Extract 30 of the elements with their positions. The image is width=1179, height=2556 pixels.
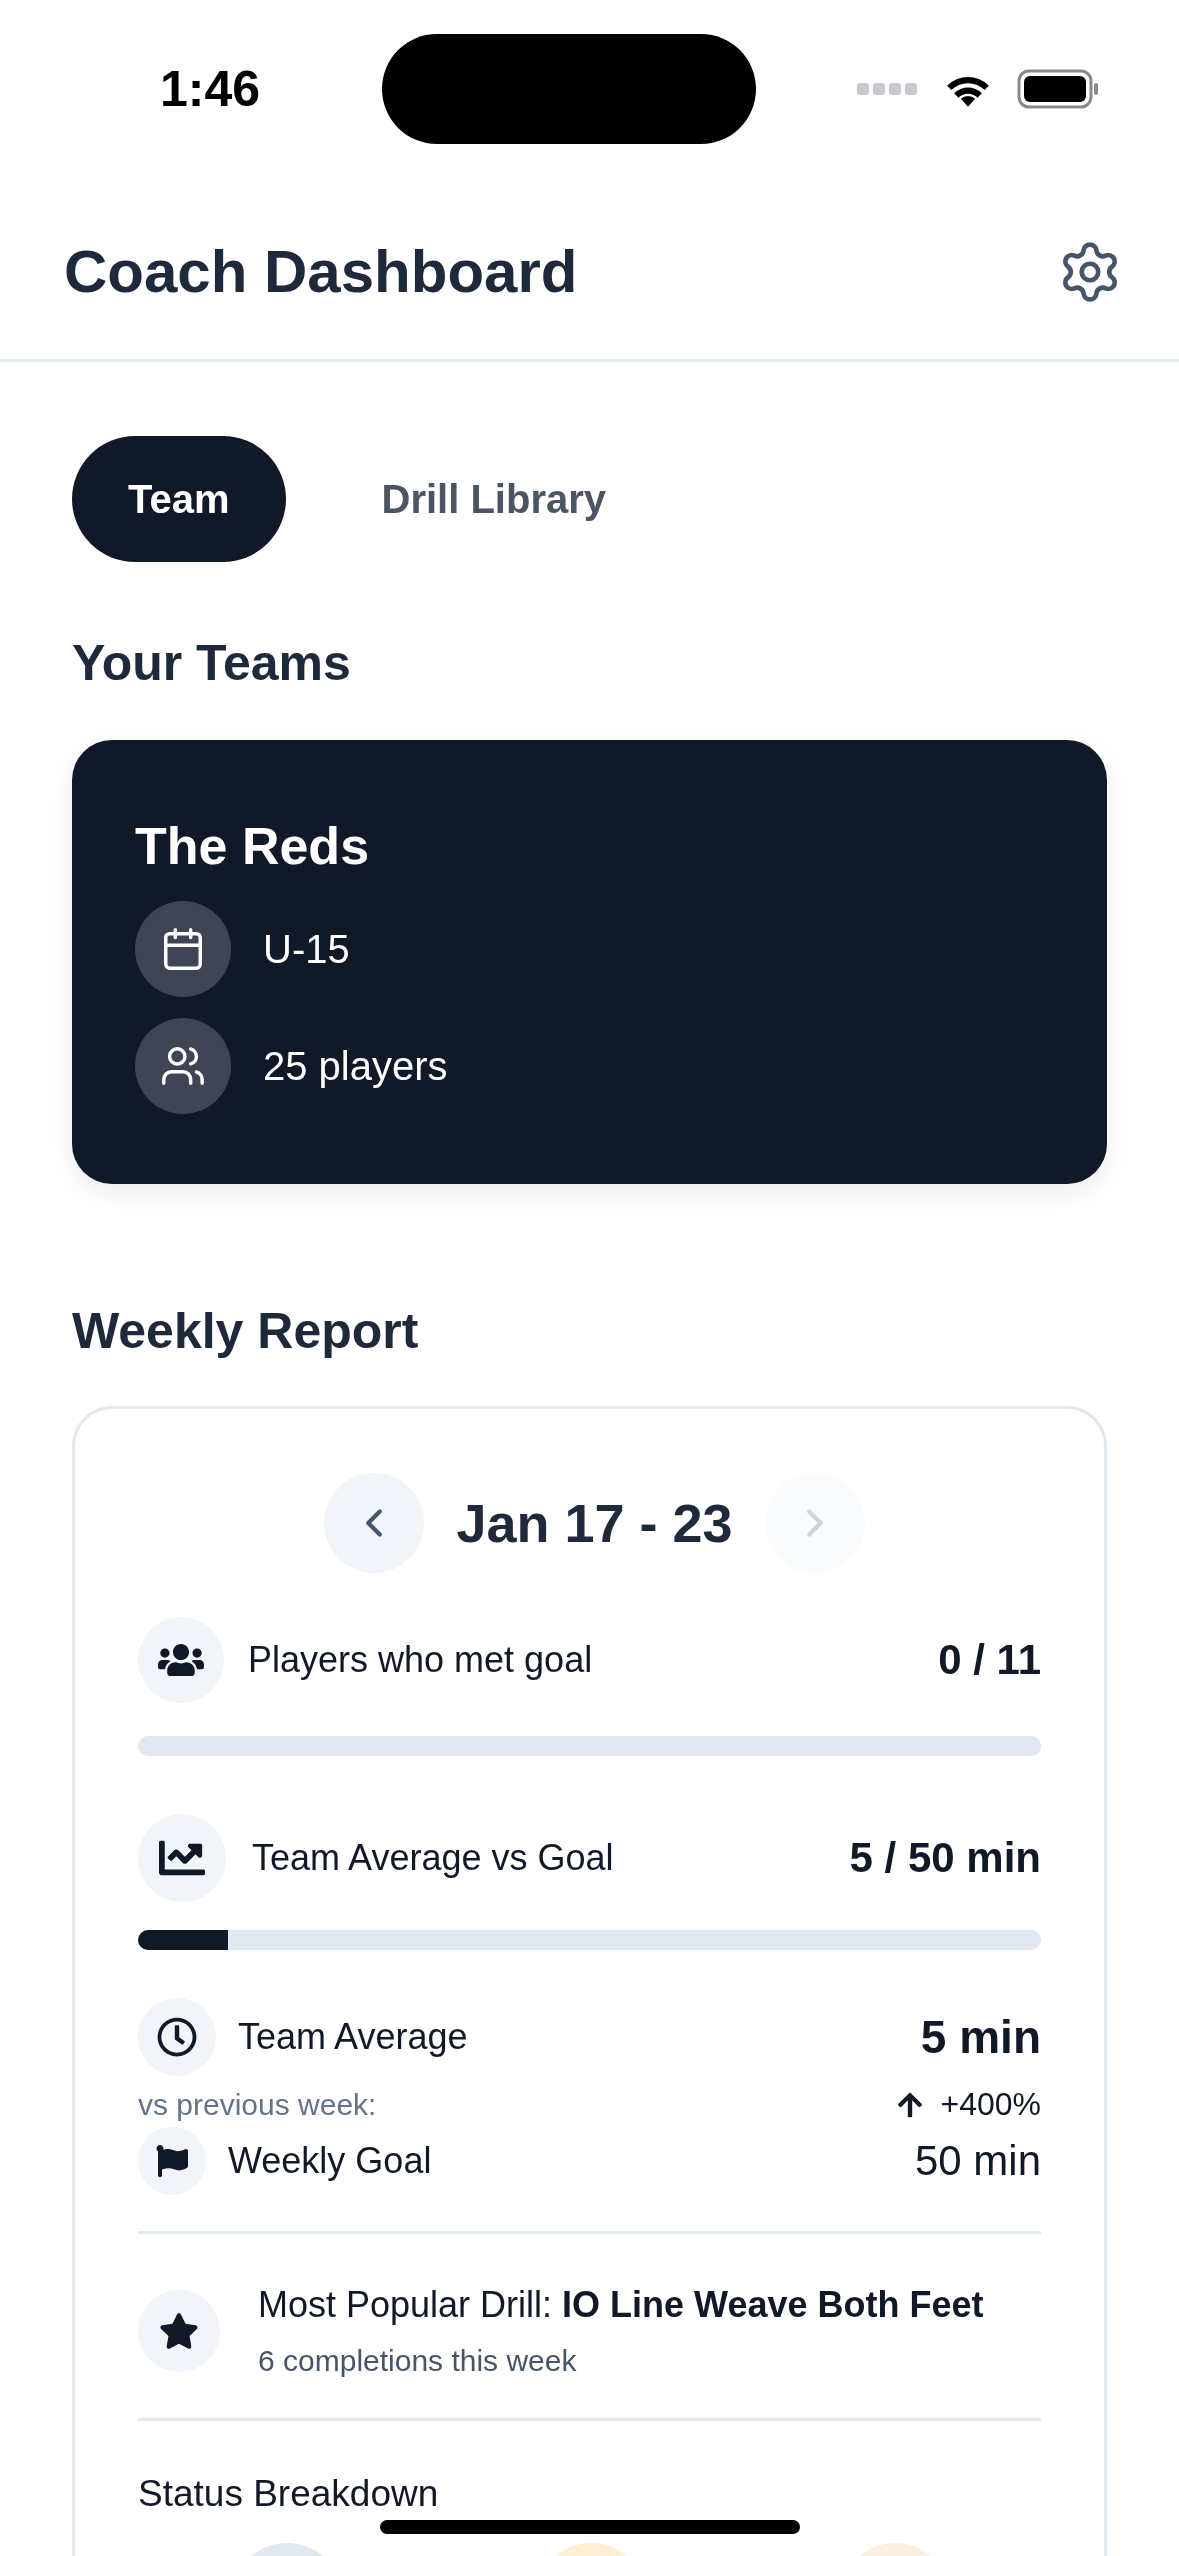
change-value: +400%	[940, 2086, 1041, 2123]
team-name: The Reds	[135, 816, 371, 876]
clock-icon	[157, 2017, 197, 2057]
metric-label: Team Average vs Goal	[252, 1837, 615, 1879]
metric-value: 0 / 11	[938, 1636, 1041, 1684]
tab[interactable]: Drill Library	[325, 436, 663, 562]
battery-icon	[1017, 69, 1099, 109]
metric-label: Team Average	[238, 2016, 469, 2058]
team-detail: 25 players	[263, 1043, 448, 1089]
tab[interactable]: Team	[72, 436, 286, 562]
metric-value: 5 / 50 min	[849, 1834, 1041, 1882]
section-subtitle: Status Breakdown	[138, 2473, 440, 2515]
status-time: 1:46	[160, 60, 262, 118]
comparison-label: vs previous week:	[138, 2087, 377, 2122]
date-range: Jan 17 - 23	[456, 1492, 733, 1554]
team-detail: U-15	[263, 926, 350, 972]
section-title: Your Teams	[72, 634, 352, 692]
signal-icon	[857, 82, 919, 96]
metric-label: Players who met goal	[248, 1639, 594, 1681]
page-title: Coach Dashboard	[64, 237, 578, 306]
metric-value: 5 min	[920, 2010, 1041, 2064]
popular-drill-text: Most Popular Drill: IO Line Weave Both Feet	[258, 2284, 984, 2326]
metric-value: 50 min	[914, 2137, 1041, 2185]
team-card[interactable]: The Reds U-15 25 players	[72, 740, 1107, 1184]
section-title: Weekly Report	[72, 1302, 420, 1360]
star-icon	[159, 2311, 199, 2351]
metric-label: Weekly Goal	[228, 2140, 433, 2182]
arrow-up-icon	[896, 2090, 925, 2119]
completions-text: 6 completions this week	[258, 2344, 578, 2378]
flag-icon	[156, 2145, 188, 2177]
